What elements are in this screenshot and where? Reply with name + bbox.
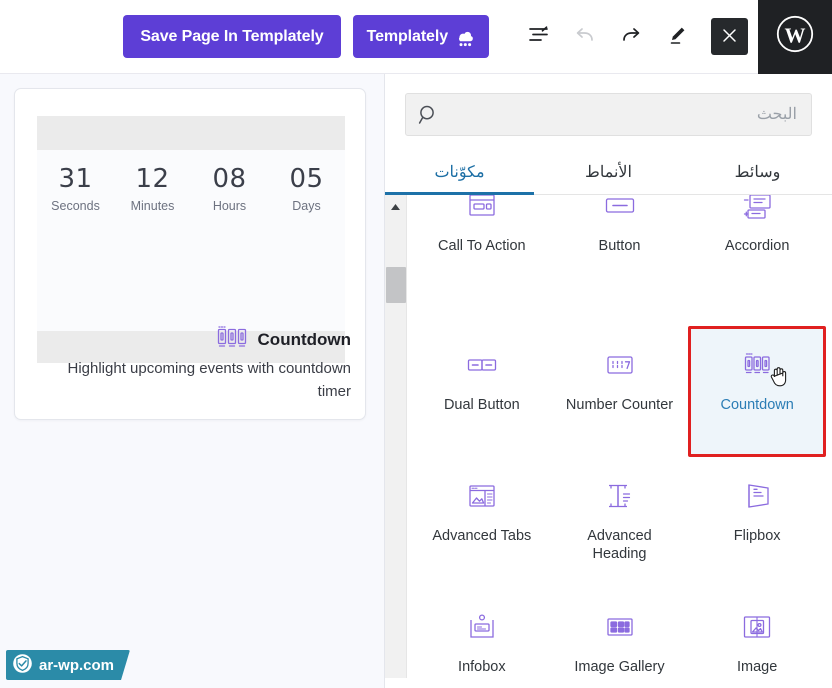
infobox-icon bbox=[460, 605, 504, 649]
advanced-tabs-icon bbox=[460, 474, 504, 518]
countdown-timer: 31 Seconds 12 Minutes 08 Hours 05 Days bbox=[37, 164, 345, 213]
tab-blocks[interactable]: مكوّنات bbox=[385, 150, 534, 194]
preview-card-description: Highlight upcoming events with countdown… bbox=[15, 357, 366, 403]
countdown-unit: 08 Hours bbox=[202, 164, 258, 213]
editor-window: Save Page In Templately Templately bbox=[0, 0, 832, 688]
search-input[interactable] bbox=[450, 94, 811, 135]
scroll-up-arrow-icon[interactable] bbox=[385, 199, 406, 215]
widget-label: Number Counter bbox=[566, 396, 673, 414]
widget-number-counter[interactable]: Number Counter bbox=[551, 326, 689, 457]
countdown-unit-label: Hours bbox=[202, 199, 258, 213]
edit-mode-button[interactable] bbox=[657, 17, 697, 57]
wordpress-home-button[interactable]: W bbox=[758, 0, 832, 74]
panel-tabs: مكوّنات الأنماط وسائط bbox=[385, 150, 832, 195]
button-icon bbox=[598, 195, 642, 228]
call-to-action-icon bbox=[460, 195, 504, 228]
widgets-panel: مكوّنات الأنماط وسائط bbox=[384, 74, 832, 688]
countdown-unit: 31 Seconds bbox=[48, 164, 104, 213]
site-watermark: ar-wp.com bbox=[6, 650, 130, 680]
save-page-in-templately-button[interactable]: Save Page In Templately bbox=[123, 15, 340, 58]
countdown-unit-label: Minutes bbox=[125, 199, 181, 213]
undo-button[interactable] bbox=[565, 17, 605, 57]
preview-card-description-text: Highlight upcoming events with countdown… bbox=[68, 360, 352, 400]
editor-canvas[interactable]: 31 Seconds 12 Minutes 08 Hours 05 Days bbox=[0, 74, 384, 688]
navigator-button[interactable] bbox=[519, 17, 559, 57]
countdown-icon bbox=[216, 325, 248, 354]
widget-label: Dual Button bbox=[444, 396, 520, 414]
wordpress-logo-icon: W bbox=[774, 13, 816, 60]
countdown-icon bbox=[735, 343, 779, 387]
redo-icon bbox=[620, 25, 642, 48]
toolbar-actions: Save Page In Templately Templately bbox=[123, 0, 832, 74]
pencil-icon bbox=[667, 25, 687, 48]
templately-cloud-icon bbox=[453, 26, 475, 48]
undo-icon bbox=[574, 25, 596, 48]
tab-blocks-label: مكوّنات bbox=[434, 162, 484, 182]
shield-check-icon bbox=[12, 653, 33, 678]
preview-card-title-row: Countdown bbox=[15, 325, 366, 354]
countdown-unit: 12 Minutes bbox=[125, 164, 181, 213]
widget-advanced-tabs[interactable]: Advanced Tabs bbox=[413, 457, 551, 588]
widgets-grid-region: Accordion Button bbox=[385, 195, 832, 678]
widgets-grid: Accordion Button bbox=[407, 195, 832, 678]
countdown-unit-value: 08 bbox=[202, 164, 258, 194]
widget-label: Image Gallery bbox=[574, 658, 664, 676]
redo-button[interactable] bbox=[611, 17, 651, 57]
widget-image-gallery[interactable]: Image Gallery bbox=[551, 588, 689, 678]
widget-label: Advanced Heading bbox=[565, 527, 675, 563]
countdown-unit-value: 12 bbox=[125, 164, 181, 194]
widgets-scrollbar[interactable] bbox=[385, 195, 407, 678]
widget-accordion[interactable]: Accordion bbox=[688, 195, 826, 326]
close-panel-button[interactable] bbox=[711, 18, 748, 55]
close-icon bbox=[722, 28, 737, 46]
widget-label: Advanced Tabs bbox=[432, 527, 531, 545]
widget-label: Flipbox bbox=[734, 527, 781, 545]
dual-button-icon bbox=[460, 343, 504, 387]
top-toolbar: Save Page In Templately Templately bbox=[0, 0, 832, 74]
countdown-unit-label: Seconds bbox=[48, 199, 104, 213]
flipbox-icon bbox=[735, 474, 779, 518]
templately-button[interactable]: Templately bbox=[353, 15, 489, 58]
countdown-unit-value: 05 bbox=[279, 164, 335, 194]
widget-image-comparison[interactable]: Image Comparison bbox=[688, 588, 826, 678]
search-icon bbox=[406, 104, 450, 125]
widget-advanced-heading[interactable]: Advanced Heading bbox=[551, 457, 689, 588]
widget-call-to-action[interactable]: Call To Action bbox=[413, 195, 551, 326]
countdown-unit-label: Days bbox=[279, 199, 335, 213]
templately-button-label: Templately bbox=[367, 28, 448, 46]
svg-text:W: W bbox=[785, 24, 806, 48]
countdown-unit: 05 Days bbox=[279, 164, 335, 213]
tab-media-label: وسائط bbox=[735, 162, 781, 182]
tab-patterns-label: الأنماط bbox=[585, 162, 632, 182]
advanced-heading-icon bbox=[598, 474, 642, 518]
widget-button[interactable]: Button bbox=[551, 195, 689, 326]
widget-label: Button bbox=[599, 237, 641, 255]
site-watermark-label: ar-wp.com bbox=[39, 657, 114, 674]
number-counter-icon bbox=[598, 343, 642, 387]
tab-patterns[interactable]: الأنماط bbox=[534, 150, 683, 194]
widgets-scrollbar-thumb[interactable] bbox=[386, 267, 406, 303]
widget-label: Countdown bbox=[720, 396, 793, 414]
search-area bbox=[385, 74, 832, 136]
widget-dual-button[interactable]: Dual Button bbox=[413, 326, 551, 457]
widget-flipbox[interactable]: Flipbox bbox=[688, 457, 826, 588]
accordion-icon bbox=[735, 195, 779, 228]
image-comparison-icon bbox=[735, 605, 779, 649]
structure-list-icon bbox=[528, 25, 550, 48]
search-box[interactable] bbox=[405, 93, 812, 136]
countdown-unit-value: 31 bbox=[48, 164, 104, 194]
widget-label: Accordion bbox=[725, 237, 789, 255]
preview-top-band bbox=[37, 116, 345, 150]
countdown-preview-card[interactable]: 31 Seconds 12 Minutes 08 Hours 05 Days bbox=[14, 88, 366, 420]
image-gallery-icon bbox=[598, 605, 642, 649]
preview-card-title: Countdown bbox=[258, 330, 351, 350]
widget-label: Call To Action bbox=[438, 237, 526, 255]
widget-label: Image Comparison bbox=[702, 658, 812, 678]
tab-media[interactable]: وسائط bbox=[683, 150, 832, 194]
widget-label: Infobox bbox=[458, 658, 506, 676]
widget-infobox[interactable]: Infobox bbox=[413, 588, 551, 678]
save-page-in-templately-label: Save Page In Templately bbox=[140, 28, 323, 46]
widget-countdown[interactable]: Countdown bbox=[688, 326, 826, 457]
